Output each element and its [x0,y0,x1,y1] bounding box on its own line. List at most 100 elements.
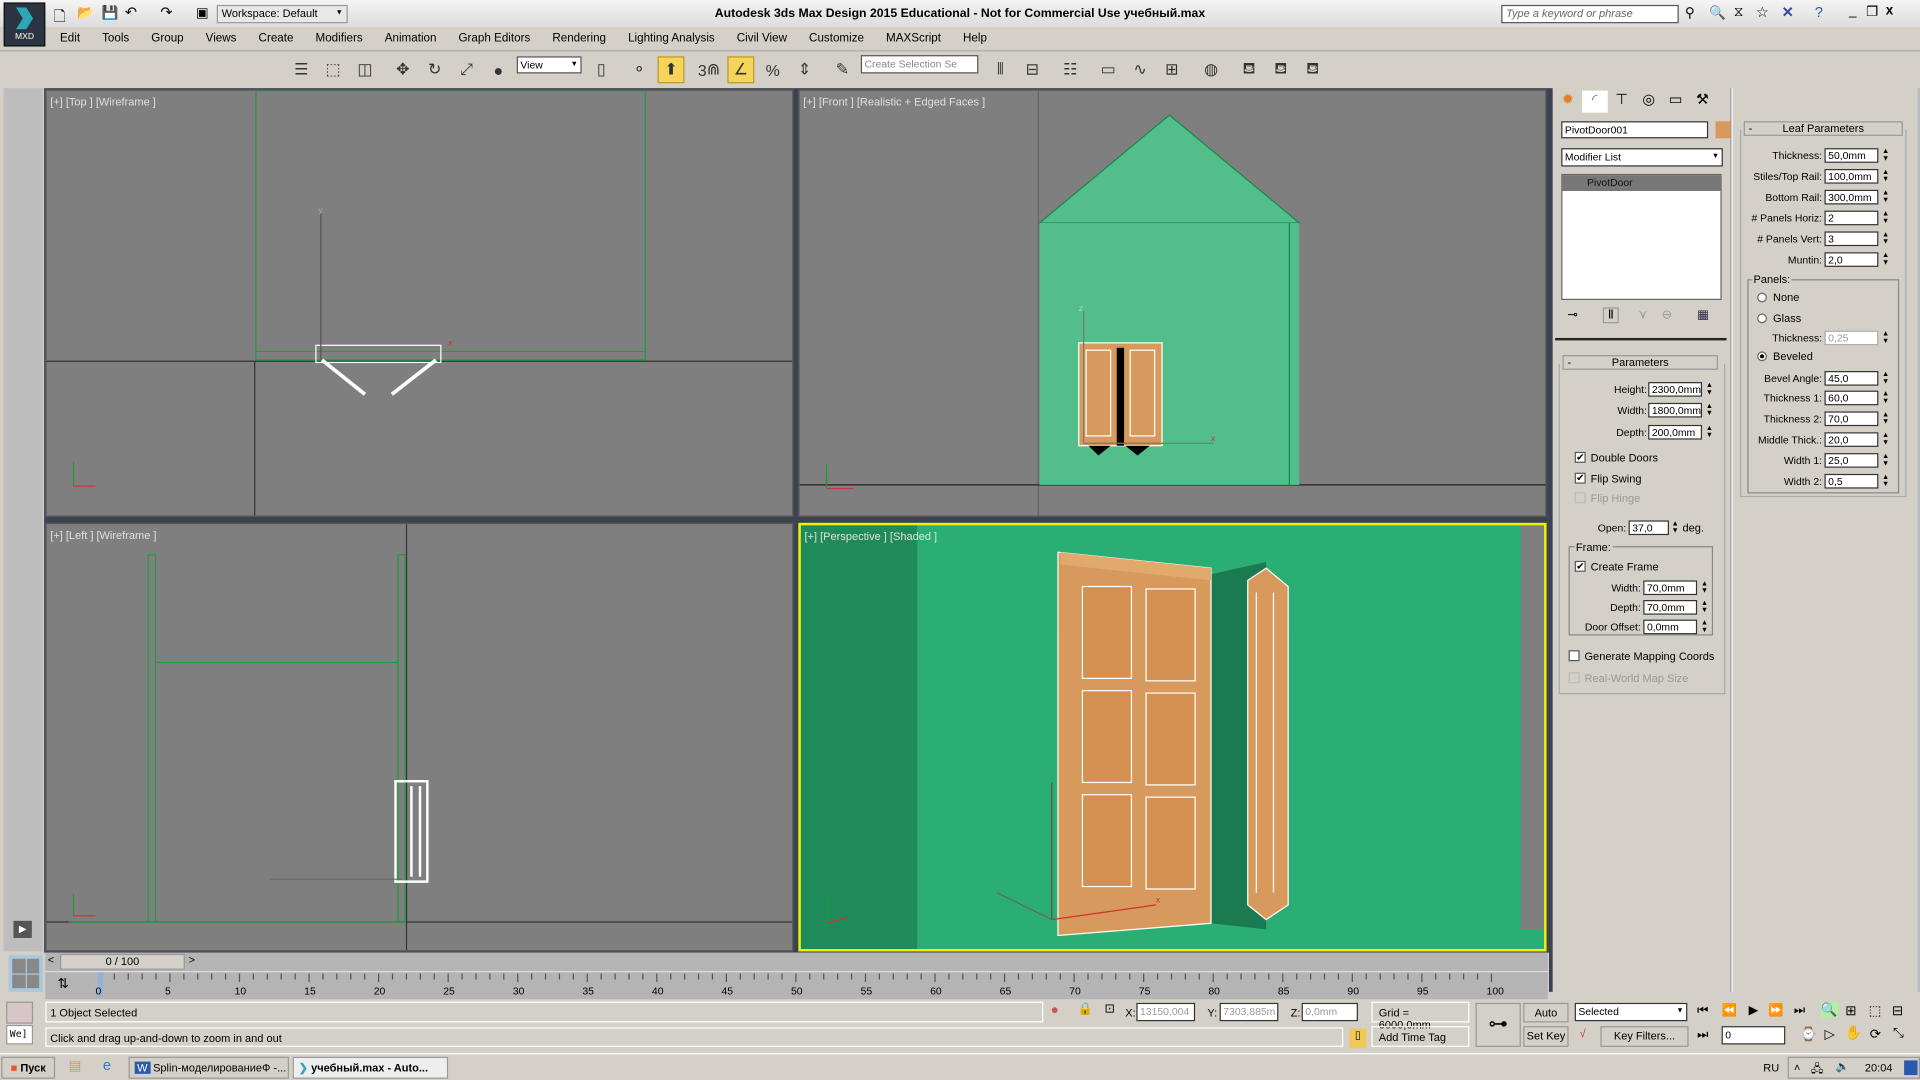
menu-edit[interactable]: Edit [49,29,91,49]
key-mode-dropdown[interactable]: Selected ▼ [1574,1002,1688,1022]
align-icon[interactable]: ⊟ [1019,56,1046,83]
height-spinner[interactable]: ▲ ▼ [1704,382,1714,397]
frame-width-spinner[interactable]: ▲ ▼ [1700,580,1710,595]
zoom-extents-all-icon[interactable]: ⊟ [1892,1003,1903,1019]
x-icon[interactable]: ✕ [1782,4,1794,21]
menu-civil-view[interactable]: Civil View [726,29,798,49]
taskbar-item-3dsmax[interactable]: ❯ учебный.max - Auto... [292,1056,449,1079]
window-crossing-icon[interactable]: ◫ [351,56,378,83]
mirror-icon[interactable]: ⫴ [987,56,1014,83]
panels-beveled-radio[interactable] [1757,351,1767,362]
width1-spinner[interactable]: ▲ ▼ [1881,453,1891,468]
close-button[interactable]: x [1886,4,1894,19]
panels-vert-field[interactable]: 3 [1824,231,1879,247]
show-end-result-icon[interactable]: Ⅱ [1602,307,1619,324]
ref-coord-dropdown[interactable]: View ▼ [516,56,582,74]
key-filters-button[interactable]: Key Filters... [1600,1026,1689,1047]
menu-customize[interactable]: Customize [798,29,875,49]
thickness1-spinner[interactable]: ▲ ▼ [1881,391,1891,406]
open-spinner[interactable]: ▲ ▼ [1670,520,1680,535]
panels-vert-spinner[interactable]: ▲ ▼ [1881,231,1891,246]
material-editor-icon[interactable]: ◍ [1198,56,1225,83]
remove-modifier-icon[interactable]: ⊖ [1662,309,1672,322]
menu-animation[interactable]: Animation [374,29,448,49]
rotate-icon[interactable]: ↻ [421,56,448,83]
width2-field[interactable]: 0,5 [1824,473,1879,489]
scene-explorer-icon[interactable]: ▭ [1095,56,1122,83]
restore-button[interactable]: ❐ [1866,4,1878,20]
play-icon[interactable]: ▶ [1749,1004,1758,1017]
named-selection-dropdown[interactable]: Create Selection Se [860,55,979,74]
stiles-field[interactable]: 100,0mm [1824,168,1879,184]
depth-spinner[interactable]: ▲ ▼ [1704,425,1714,440]
current-frame-field[interactable]: 0 [1721,1026,1786,1045]
search-input[interactable]: Type a keyword or phrase [1501,4,1679,24]
door-offset-field[interactable]: 0,0mm [1643,619,1698,635]
pin-stack-icon[interactable]: ⊸ [1567,309,1577,322]
z-coord-field[interactable]: 0,0mm [1301,1002,1358,1022]
schematic-view-icon[interactable]: ⊞ [1158,56,1185,83]
menu-tools[interactable]: Tools [91,29,140,49]
time-next-icon[interactable]: > [189,954,195,966]
menu-rendering[interactable]: Rendering [541,29,617,49]
object-color-swatch[interactable] [1715,121,1732,139]
orbit-icon[interactable]: ⟳ [1870,1026,1881,1042]
play-expand-button[interactable]: ▶ [13,920,32,938]
rendered-frame-icon[interactable]: ⛾ [1267,56,1294,83]
modifier-list-dropdown[interactable]: Modifier List ▼ [1561,148,1723,167]
real-world-checkbox[interactable] [1568,672,1580,684]
explorer-icon[interactable]: ▤ [69,1058,82,1074]
minimize-button[interactable]: _ [1849,4,1857,19]
viewport-left[interactable]: [+] [Left ] [Wireframe ] [45,522,794,952]
viewport-label-left[interactable]: [+] [Left ] [Wireframe ] [50,529,156,541]
motion-tab-icon[interactable]: ◎ [1636,91,1662,113]
middle-thick-field[interactable]: 20,0 [1824,432,1879,447]
y-coord-field[interactable]: 7303,885m [1219,1002,1279,1022]
make-unique-icon[interactable]: ⋎ [1638,309,1647,322]
start-button[interactable]: ■ Пуск [1,1056,56,1079]
place-icon[interactable]: ● [485,56,512,83]
clock[interactable]: 20:04 [1865,1062,1893,1074]
menu-help[interactable]: Help [952,29,998,49]
show-desktop-icon[interactable] [1904,1060,1918,1076]
add-time-tag-button[interactable]: Add Time Tag [1371,1026,1470,1047]
tray-expand-icon[interactable]: ˄ [1794,1062,1800,1074]
zoom-extents-icon[interactable]: ⬚ [1869,1003,1882,1019]
menu-lighting-analysis[interactable]: Lighting Analysis [617,29,726,49]
menu-views[interactable]: Views [195,29,248,49]
percent-snap-icon[interactable]: % [759,56,786,83]
time-config-icon[interactable]: ⌚ [1800,1026,1817,1042]
thickness2-spinner[interactable]: ▲ ▼ [1881,411,1891,426]
goto-start-icon[interactable]: ⏮ [1697,1004,1708,1017]
taskbar-item-word[interactable]: W Splin-моделированиеФ -... [128,1056,289,1079]
volume-icon[interactable]: 🔈 [1836,1060,1850,1073]
door-offset-spinner[interactable]: ▲ ▼ [1700,620,1710,635]
maximize-viewport-icon[interactable]: ⤡ [1893,1026,1904,1042]
angle-snap-icon[interactable]: ∠ [727,56,755,84]
select-by-name-icon[interactable]: ☰ [288,56,315,83]
middle-thick-spinner[interactable]: ▲ ▼ [1881,432,1891,447]
frame-width-field[interactable]: 70,0mm [1643,580,1698,596]
snap-toggle-icon[interactable]: 3 ⋒ [696,56,723,83]
frame-depth-field[interactable]: 70,0mm [1643,600,1698,615]
rect-selection-icon[interactable]: ⬚ [320,56,347,83]
width2-spinner[interactable]: ▲ ▼ [1881,474,1891,489]
language-indicator[interactable]: RU [1763,1062,1779,1074]
spinner-snap-icon[interactable]: ⇕ [791,56,818,83]
manipulate-icon[interactable]: ⚬ [626,56,653,83]
viewport-label-top[interactable]: [+] [Top ] [Wireframe ] [50,96,156,108]
track-bar[interactable]: ⇅ 0 5 10 15 20 25 30 35 40 45 50 55 60 65 70 75 80 85 90 95… [45,971,1548,1000]
object-name-field[interactable]: PivotDoor001 [1561,121,1709,139]
height-field[interactable]: 2300,0mm [1648,382,1703,397]
hierarchy-tab-icon[interactable]: ⊤ [1609,91,1635,113]
viewport-label-perspective[interactable]: [+] [Perspective ] [Shaded ] [804,530,937,542]
create-frame-checkbox[interactable]: ✔ [1574,560,1586,572]
render-production-icon[interactable]: ⛾ [1299,56,1326,83]
panels-horiz-spinner[interactable]: ▲ ▼ [1881,211,1891,226]
muntin-field[interactable]: 2,0 [1824,252,1879,267]
favorites-icon[interactable]: ☆ [1756,4,1769,21]
help-icon[interactable]: ? [1815,4,1823,21]
time-prev-icon[interactable]: < [48,954,54,966]
absolute-mode-icon[interactable]: ⊡ [1104,1003,1114,1016]
double-doors-checkbox[interactable]: ✔ [1574,451,1586,463]
